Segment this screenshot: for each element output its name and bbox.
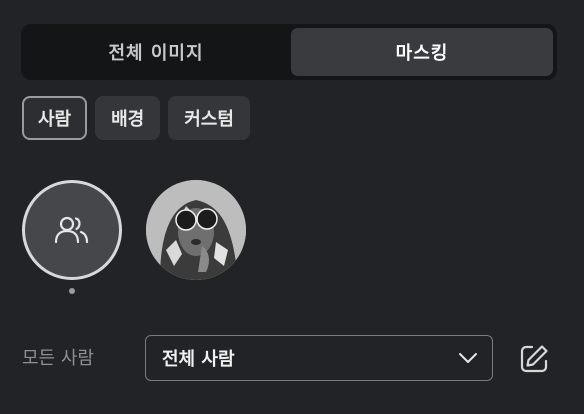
edit-icon xyxy=(520,345,548,373)
mask-mode-tabs: 전체 이미지 마스킹 xyxy=(21,24,557,80)
face-item-person-1[interactable] xyxy=(146,180,246,296)
person-photo-image xyxy=(146,180,246,280)
people-icon xyxy=(54,216,89,244)
edit-button[interactable] xyxy=(515,340,553,378)
chevron-down-icon xyxy=(459,353,477,363)
face-item-all[interactable] xyxy=(22,180,122,296)
all-people-avatar[interactable] xyxy=(22,180,122,280)
filter-label: 모든 사람 xyxy=(22,348,94,369)
tab-whole-image[interactable]: 전체 이미지 xyxy=(25,28,287,76)
chip-people[interactable]: 사람 xyxy=(22,96,88,140)
tab-masking[interactable]: 마스킹 xyxy=(291,28,553,76)
chip-custom[interactable]: 커스텀 xyxy=(168,96,250,140)
people-select[interactable]: 전체 사람 xyxy=(145,335,493,381)
face-list xyxy=(22,180,246,296)
mask-category-chips: 사람 배경 커스텀 xyxy=(22,96,250,140)
selected-indicator-dot xyxy=(69,288,75,294)
person-thumbnail[interactable] xyxy=(146,180,246,280)
chip-background[interactable]: 배경 xyxy=(95,96,161,140)
people-select-value: 전체 사람 xyxy=(162,349,235,370)
